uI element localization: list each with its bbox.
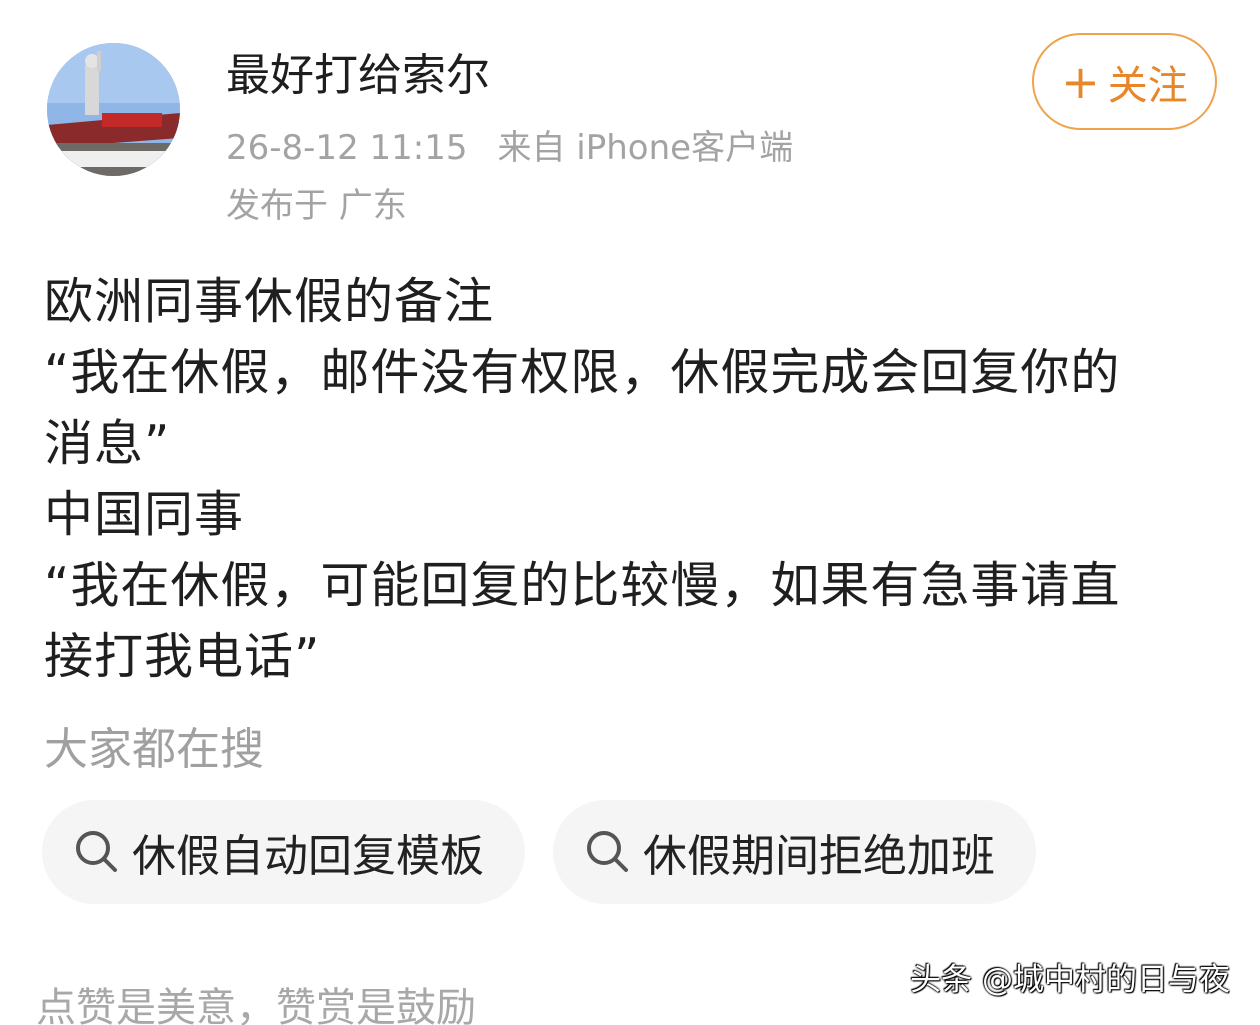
post-location: 发布于 广东 bbox=[226, 186, 407, 226]
watermark: 头条 @城中村的日与夜 bbox=[910, 962, 1230, 998]
post-meta: 26-8-12 11:15 来自 iPhone客户端 bbox=[226, 126, 793, 170]
search-chip-label: 休假自动回复模板 bbox=[132, 831, 484, 882]
trending-searches-title: 大家都在搜 bbox=[44, 724, 264, 775]
post-line: 消息” bbox=[44, 415, 171, 472]
footer-note: 点赞是美意，赞赏是鼓励 bbox=[36, 985, 476, 1025]
post-line: “我在休假，可能回复的比较慢，如果有急事请直 bbox=[44, 557, 1121, 614]
follow-button[interactable]: + 关注 bbox=[1032, 33, 1217, 130]
follow-label: 关注 bbox=[1107, 62, 1188, 109]
post-source: 来自 iPhone客户端 bbox=[497, 128, 794, 168]
search-chip-label: 休假期间拒绝加班 bbox=[643, 831, 995, 882]
search-chip[interactable]: 休假自动回复模板 bbox=[42, 800, 525, 904]
avatar[interactable] bbox=[47, 43, 180, 176]
plus-icon: + bbox=[1061, 54, 1100, 109]
post-line: 接打我电话” bbox=[44, 628, 321, 685]
search-icon bbox=[76, 831, 117, 872]
avatar-image bbox=[47, 43, 180, 176]
post-page: 最好打给索尔 26-8-12 11:15 来自 iPhone客户端 发布于 广东 … bbox=[0, 0, 1260, 1025]
search-chip[interactable]: 休假期间拒绝加班 bbox=[553, 800, 1036, 904]
post-timestamp: 26-8-12 11:15 bbox=[226, 128, 468, 168]
post-line: “我在休假，邮件没有权限，休假完成会回复你的 bbox=[44, 344, 1121, 401]
author-name[interactable]: 最好打给索尔 bbox=[226, 48, 490, 104]
post-line: 欧洲同事休假的备注 bbox=[44, 273, 495, 330]
post-line: 中国同事 bbox=[44, 486, 245, 543]
search-icon bbox=[587, 831, 628, 872]
post-content: 欧洲同事休假的备注 “我在休假，邮件没有权限，休假完成会回复你的 消息” 中国同… bbox=[44, 266, 1234, 692]
